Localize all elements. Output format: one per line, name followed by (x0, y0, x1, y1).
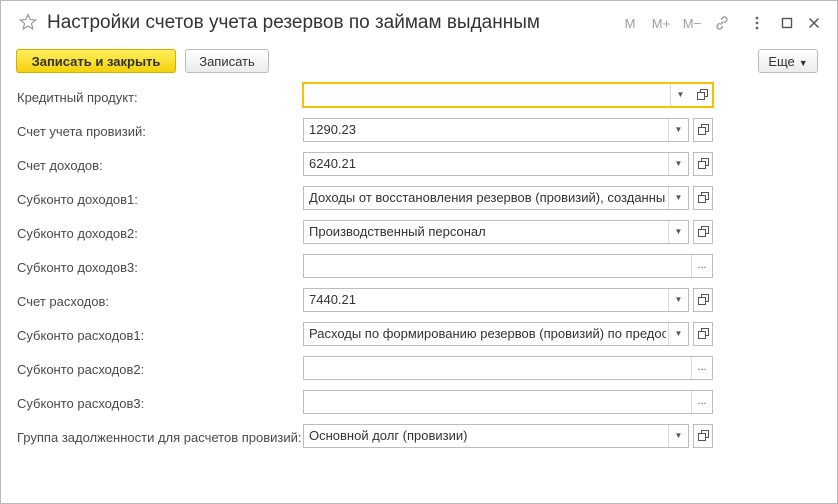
expense-subconto1-value: Расходы по формированию резервов (провиз… (309, 326, 666, 341)
income-account-label: Счет доходов: (17, 158, 103, 173)
chevron-down-icon: ▼ (798, 58, 808, 68)
open-icon (698, 192, 709, 203)
debt-group-label: Группа задолженности для расчетов провиз… (17, 430, 302, 445)
more-button[interactable]: Еще ▼ (758, 49, 818, 73)
chevron-down-icon[interactable]: ▼ (668, 289, 688, 311)
debt-group-value: Основной долг (провизии) (309, 428, 468, 443)
form-window: Настройки счетов учета резервов по займа… (0, 0, 838, 504)
debt-group-input[interactable]: Основной долг (провизии) ▼ (303, 424, 689, 448)
income-subconto2-label: Субконто доходов2: (17, 226, 138, 241)
provisions-account-input[interactable]: 1290.23 ▼ (303, 118, 689, 142)
provisions-account-label: Счет учета провизий: (17, 124, 146, 139)
select-ellipsis-button[interactable]: ... (691, 391, 712, 413)
expense-subconto2-label: Субконто расходов2: (17, 362, 145, 377)
open-icon (698, 158, 709, 169)
expense-subconto1-input[interactable]: Расходы по формированию резервов (провиз… (303, 322, 689, 346)
income-subconto3-label: Субконто доходов3: (17, 260, 138, 275)
provisions-account-value: 1290.23 (309, 122, 356, 137)
income-subconto1-open-button[interactable] (693, 186, 713, 210)
save-and-close-button[interactable]: Записать и закрыть (16, 49, 176, 73)
chevron-down-icon[interactable]: ▼ (668, 425, 688, 447)
income-subconto2-input[interactable]: Производственный персонал ▼ (303, 220, 689, 244)
m-plus-button[interactable]: M+ (649, 15, 673, 33)
expense-account-label: Счет расходов: (17, 294, 109, 309)
provisions-account-open-button[interactable] (693, 118, 713, 142)
open-icon (698, 430, 709, 441)
income-subconto3-input[interactable]: ... (303, 254, 713, 278)
income-subconto2-open-button[interactable] (693, 220, 713, 244)
m-minus-button[interactable]: M− (681, 15, 703, 33)
income-subconto1-input[interactable]: Доходы от восстановления резервов (прови… (303, 186, 689, 210)
open-icon (698, 294, 709, 305)
maximize-icon[interactable] (779, 15, 795, 31)
expense-subconto3-label: Субконто расходов3: (17, 396, 145, 411)
chevron-down-icon[interactable]: ▼ (668, 153, 688, 175)
more-vertical-icon[interactable] (749, 15, 765, 31)
income-subconto1-label: Субконто доходов1: (17, 192, 138, 207)
expense-subconto1-open-button[interactable] (693, 322, 713, 346)
chevron-down-icon[interactable]: ▼ (670, 84, 690, 106)
chevron-down-icon[interactable]: ▼ (668, 323, 688, 345)
debt-group-open-button[interactable] (693, 424, 713, 448)
chevron-down-icon[interactable]: ▼ (668, 187, 688, 209)
expense-account-input[interactable]: 7440.21 ▼ (303, 288, 689, 312)
expense-subconto3-input[interactable]: ... (303, 390, 713, 414)
m-button[interactable]: M (621, 15, 639, 33)
window-title: Настройки счетов учета резервов по займа… (47, 12, 540, 33)
credit-product-label: Кредитный продукт: (17, 90, 138, 105)
star-icon[interactable] (19, 13, 37, 31)
income-account-input[interactable]: 6240.21 ▼ (303, 152, 689, 176)
income-account-value: 6240.21 (309, 156, 356, 171)
chevron-down-icon[interactable]: ▼ (668, 221, 688, 243)
expense-subconto1-label: Субконто расходов1: (17, 328, 145, 343)
more-button-label: Еще (768, 54, 795, 69)
link-icon[interactable] (714, 15, 730, 31)
select-ellipsis-button[interactable]: ... (691, 357, 712, 379)
income-subconto2-value: Производственный персонал (309, 224, 486, 239)
select-ellipsis-button[interactable]: ... (691, 255, 712, 277)
open-icon (698, 328, 709, 339)
expense-subconto2-input[interactable]: ... (303, 356, 713, 380)
save-button[interactable]: Записать (185, 49, 269, 73)
open-icon[interactable] (697, 89, 708, 100)
open-icon (698, 226, 709, 237)
open-icon (698, 124, 709, 135)
title-bar: Настройки счетов учета резервов по займа… (1, 1, 837, 45)
income-subconto1-value: Доходы от восстановления резервов (прови… (309, 190, 666, 205)
income-account-open-button[interactable] (693, 152, 713, 176)
credit-product-input[interactable]: ▼ (303, 83, 713, 107)
chevron-down-icon[interactable]: ▼ (668, 119, 688, 141)
expense-account-value: 7440.21 (309, 292, 356, 307)
close-icon[interactable] (806, 15, 822, 31)
expense-account-open-button[interactable] (693, 288, 713, 312)
